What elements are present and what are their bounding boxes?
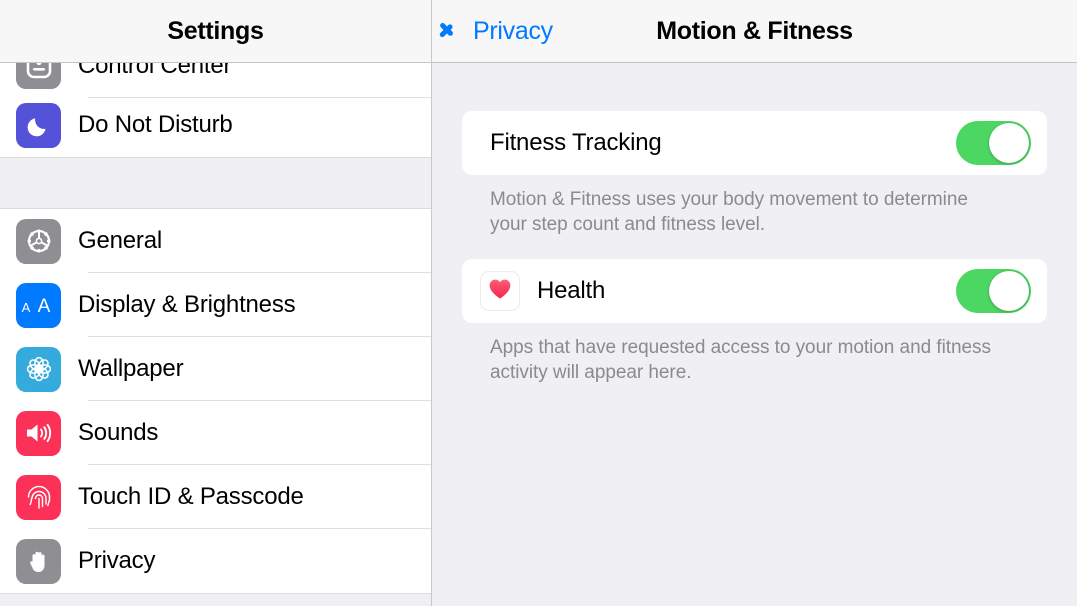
row-label: Health [537,277,606,304]
detail-body: Fitness Tracking Motion & Fitness uses y… [432,63,1077,385]
detail-panel: Privacy Motion & Fitness Fitness Trackin… [432,0,1077,606]
sidebar-header: Settings [0,0,431,63]
sidebar-item-label: Touch ID & Passcode [78,483,304,510]
fitness-tracking-footnote: Motion & Fitness uses your body movement… [490,189,968,235]
health-card: Health [462,259,1047,323]
sidebar-item-touch-id-passcode[interactable]: Touch ID & Passcode [0,465,431,529]
row-health[interactable]: Health [462,259,1047,323]
chevron-left-icon [450,18,465,44]
fitness-tracking-card: Fitness Tracking [462,111,1047,175]
sidebar-item-label: Privacy [78,547,156,574]
row-label: Fitness Tracking [490,129,662,156]
sidebar-bottom-gap [0,593,431,606]
sidebar-scroll-area[interactable]: Control Center Do Not Disturb General A … [0,0,431,606]
sidebar-item-label: Do Not Disturb [78,111,233,138]
gear-icon [16,218,61,264]
toggle-knob [989,271,1029,311]
sidebar-item-privacy[interactable]: Privacy [0,529,431,593]
health-heart-icon [480,271,520,311]
speaker-icon [16,410,61,456]
sidebar-item-wallpaper[interactable]: Wallpaper [0,337,431,401]
health-toggle[interactable] [956,269,1031,313]
sidebar-item-label: Display & Brightness [78,291,296,318]
page-title: Settings [167,16,264,45]
sidebar-item-general[interactable]: General [0,209,431,273]
flower-icon [16,346,61,392]
fingerprint-icon [16,474,61,520]
fitness-tracking-toggle[interactable] [956,121,1031,165]
moon-icon [16,102,61,148]
sidebar-item-label: Sounds [78,419,159,446]
svg-text:A: A [37,296,50,317]
toggle-knob [989,123,1029,163]
row-fitness-tracking[interactable]: Fitness Tracking [462,111,1047,175]
back-button-label: Privacy [473,16,553,45]
ipad-settings-screen: Control Center Do Not Disturb General A … [0,0,1077,606]
detail-header: Privacy Motion & Fitness [432,0,1077,63]
back-button[interactable]: Privacy [450,17,553,46]
settings-sidebar: Control Center Do Not Disturb General A … [0,0,432,606]
sidebar-item-label: Wallpaper [78,355,184,382]
sidebar-group-gap [0,157,431,209]
health-footnote: Apps that have requested access to your … [490,337,991,383]
row-separator [88,97,431,98]
sidebar-item-display-brightness[interactable]: A A Display & Brightness [0,273,431,337]
hand-icon [16,538,61,584]
sidebar-item-label: General [78,227,162,254]
svg-text:A: A [21,300,30,315]
sidebar-item-do-not-disturb[interactable]: Do Not Disturb [0,93,431,157]
sidebar-item-sounds[interactable]: Sounds [0,401,431,465]
text-size-aa-icon: A A [16,282,61,328]
